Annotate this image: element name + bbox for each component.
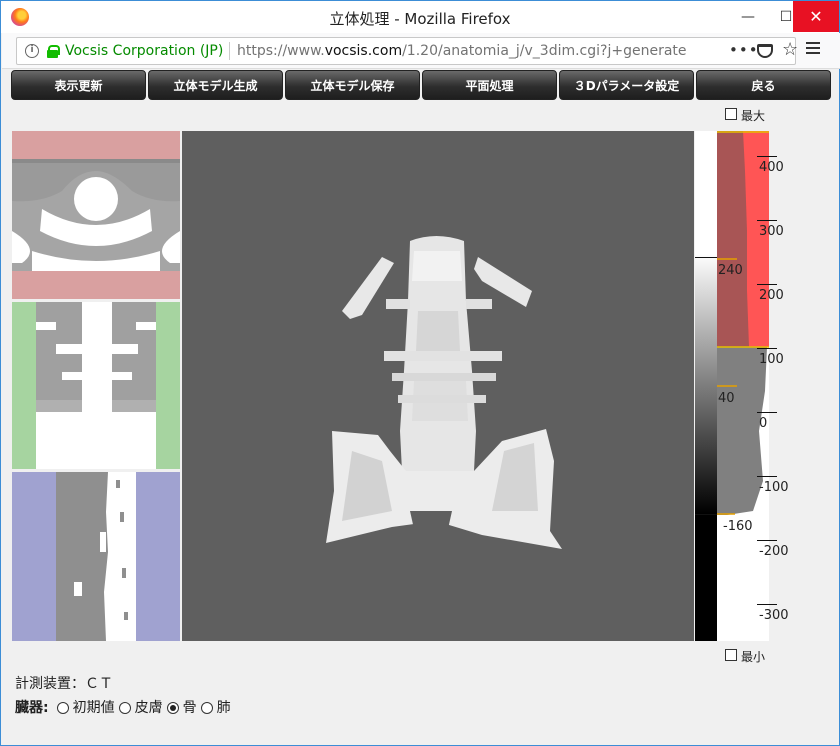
plane-processing-button[interactable]: 平面処理 bbox=[422, 70, 557, 100]
refresh-display-button[interactable]: 表示更新 bbox=[11, 70, 146, 100]
radio-lung[interactable] bbox=[200, 702, 213, 714]
browser-window: 立体処理 - Mozilla Firefox — ☐ ✕ i Vocsis Co… bbox=[0, 0, 840, 746]
scale-label: 100 bbox=[759, 352, 784, 367]
back-button[interactable]: 戻る bbox=[696, 70, 831, 100]
coronal-slice-thumbnail[interactable] bbox=[12, 302, 180, 469]
page-actions-icon[interactable]: ••• bbox=[729, 41, 759, 59]
url-bar[interactable]: i Vocsis Corporation (JP) https://www.vo… bbox=[16, 37, 798, 65]
scale-tick bbox=[757, 540, 777, 541]
save-model-button[interactable]: 立体モデル保存 bbox=[285, 70, 420, 100]
divider bbox=[229, 42, 230, 60]
3d-params-button[interactable]: ３Dパラメータ設定 bbox=[559, 70, 694, 100]
mid-window-value: 40 bbox=[718, 391, 735, 406]
scale-tick bbox=[757, 604, 777, 605]
min-checkbox[interactable] bbox=[725, 649, 737, 661]
radio-bone[interactable] bbox=[166, 702, 179, 714]
url-domain: vocsis.com bbox=[324, 43, 403, 59]
lower-window-value: -160 bbox=[723, 519, 753, 534]
3d-render-viewport[interactable] bbox=[182, 131, 694, 641]
scale-label: -300 bbox=[759, 608, 789, 623]
radio-skin-label: 皮膚 bbox=[134, 700, 163, 716]
url-path: /1.20/anatomia_j/v_3dim.cgi?j+generate bbox=[402, 43, 687, 59]
upper-window-marker[interactable] bbox=[695, 257, 717, 258]
scale-tick bbox=[757, 156, 777, 157]
scale-label: -100 bbox=[759, 480, 789, 495]
scale-tick bbox=[757, 476, 777, 477]
organ-label: 臓器: bbox=[15, 700, 49, 716]
hu-scale-ruler: 400 300 200 100 0 -100 -200 -300 bbox=[757, 131, 797, 641]
radio-initial[interactable] bbox=[56, 702, 69, 714]
info-icon[interactable]: i bbox=[25, 44, 39, 58]
scale-label: 400 bbox=[759, 160, 784, 175]
url-prefix: https://www. bbox=[237, 43, 325, 59]
scale-tick bbox=[757, 412, 777, 413]
device-info: 計測装置：ＣＴ bbox=[15, 676, 113, 692]
scale-label: 0 bbox=[759, 416, 768, 431]
navigation-bar: i Vocsis Corporation (JP) https://www.vo… bbox=[2, 33, 840, 69]
lower-window-marker[interactable] bbox=[695, 514, 717, 515]
scale-label: 300 bbox=[759, 224, 784, 239]
lock-icon[interactable] bbox=[47, 45, 60, 58]
window-title: 立体処理 - Mozilla Firefox bbox=[329, 10, 511, 28]
organ-selector: 臓器: 初期値 皮膚 骨 肺 bbox=[15, 697, 231, 717]
scale-tick bbox=[757, 220, 777, 221]
scale-label: -200 bbox=[759, 544, 789, 559]
upper-window-value: 240 bbox=[718, 263, 743, 278]
hamburger-menu-icon[interactable] bbox=[806, 42, 820, 54]
page-toolbar: 表示更新 立体モデル生成 立体モデル保存 平面処理 ３Dパラメータ設定 戻る bbox=[11, 70, 831, 100]
radio-initial-label: 初期値 bbox=[72, 700, 115, 716]
scale-tick bbox=[757, 284, 777, 285]
radio-bone-label: 骨 bbox=[182, 700, 197, 716]
title-bar: 立体処理 - Mozilla Firefox — ☐ ✕ bbox=[1, 1, 839, 33]
max-label: 最大 bbox=[741, 109, 766, 123]
max-checkbox[interactable] bbox=[725, 108, 737, 120]
scale-label: 200 bbox=[759, 288, 784, 303]
sagittal-slice-thumbnail[interactable] bbox=[12, 472, 180, 641]
window-level-gradient[interactable] bbox=[695, 131, 717, 641]
radio-lung-label: 肺 bbox=[216, 700, 231, 716]
close-button[interactable]: ✕ bbox=[793, 1, 839, 32]
bookmark-star-icon[interactable]: ☆ bbox=[782, 39, 798, 60]
min-label: 最小 bbox=[741, 650, 766, 664]
radio-skin[interactable] bbox=[118, 702, 131, 714]
generate-model-button[interactable]: 立体モデル生成 bbox=[148, 70, 283, 100]
url-text[interactable]: https://www.vocsis.com/1.20/anatomia_j/v… bbox=[237, 43, 687, 59]
axial-slice-thumbnail[interactable] bbox=[12, 131, 180, 299]
pocket-icon[interactable] bbox=[757, 44, 773, 58]
scale-tick bbox=[757, 348, 777, 349]
site-identity[interactable]: Vocsis Corporation (JP) bbox=[65, 43, 223, 59]
